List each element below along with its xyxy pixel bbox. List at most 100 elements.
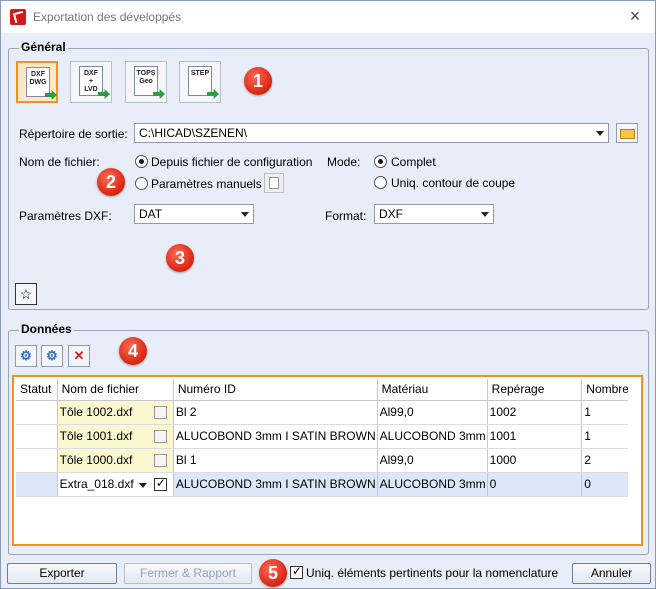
bom-relevant-label[interactable]: Uniq. éléments pertinents pour la nomenc… [306, 566, 558, 580]
filename-text[interactable]: Tôle 1002.dxf [60, 405, 133, 419]
callout-4: 4 [119, 337, 147, 365]
filename-from-config-radio[interactable] [135, 155, 148, 168]
delete-button[interactable]: ✕ [68, 345, 90, 367]
filename-from-config-label[interactable]: Depuis fichier de configuration [151, 155, 312, 169]
row-checkbox[interactable] [153, 453, 167, 467]
column-header-quantity[interactable]: Nombre [581, 379, 631, 401]
filename-cell[interactable]: Tôle 1002.dxf [57, 400, 174, 425]
window-title: Exportation des développés [33, 10, 182, 24]
mode-complete-radio[interactable] [374, 155, 387, 168]
mark-cell: 1000 [487, 448, 583, 473]
format-dxf-lvd-button[interactable]: DXF + LVD [70, 61, 112, 103]
row-checkbox[interactable] [153, 476, 167, 491]
manual-params-edit-button[interactable] [264, 173, 284, 193]
output-dir-value: C:\HICAD\SZENEN\ [139, 126, 248, 140]
status-cell [16, 472, 58, 497]
quantity-cell: 2 [581, 448, 631, 473]
filename-text[interactable]: Extra_018.dxf [60, 477, 134, 491]
filename-cell[interactable]: Tôle 1001.dxf [57, 424, 174, 449]
mode-contour-label[interactable]: Uniq. contour de coupe [391, 176, 515, 190]
dxf-params-label: Paramètres DXF: [19, 209, 112, 223]
material-cell: ALUCOBOND 3mm [377, 472, 488, 497]
mode-complete-label[interactable]: Complet [391, 155, 436, 169]
column-header-id[interactable]: Numéro ID [173, 379, 378, 401]
row-checkbox[interactable] [153, 405, 167, 419]
status-cell [16, 400, 58, 425]
dxf-params-select[interactable]: DAT [134, 204, 254, 224]
output-dir-label: Répertoire de sortie: [19, 127, 128, 141]
column-header-mark[interactable]: Repérage [487, 379, 583, 401]
document-edit-icon [269, 177, 279, 189]
group-divider [74, 48, 642, 49]
chevron-down-icon[interactable] [138, 482, 147, 488]
cancel-button[interactable]: Annuler [572, 563, 651, 584]
callout-1: 1 [244, 67, 272, 95]
table-row[interactable]: Tôle 1001.dxf ALUCOBOND 3mm I SATIN BROW… [16, 424, 631, 449]
column-header-filename[interactable]: Nom de fichier [57, 379, 174, 401]
format-step-button[interactable]: STEP [179, 61, 221, 103]
format-value: DXF [379, 207, 403, 221]
mode-contour-radio[interactable] [374, 176, 387, 189]
filename-cell[interactable]: Extra_018.dxf [57, 472, 174, 497]
table-row[interactable]: Tôle 1000.dxf Bl 1 Al99,0 1000 2 [16, 448, 631, 473]
bom-relevant-checkbox[interactable] [290, 564, 303, 579]
table-scrollbar[interactable] [628, 377, 641, 544]
dxf-params-value: DAT [139, 207, 163, 221]
folder-icon [620, 129, 635, 139]
output-dir-combo[interactable]: C:\HICAD\SZENEN\ [134, 123, 609, 143]
table-row[interactable]: Tôle 1002.dxf Bl 2 Al99,0 1002 1 [16, 400, 631, 425]
parts-table: Statut Nom de fichier Numéro ID Matériau… [12, 375, 643, 546]
dxf-lvd-file-icon: DXF + LVD [79, 66, 110, 99]
filename-cell[interactable]: Tôle 1000.dxf [57, 448, 174, 473]
hicad-app-icon [10, 9, 26, 25]
group-divider [74, 330, 642, 331]
filename-manual-label[interactable]: Paramètres manuels [151, 177, 262, 191]
mark-cell: 1001 [487, 424, 583, 449]
delete-x-icon: ✕ [73, 348, 85, 363]
row-checkbox[interactable] [153, 429, 167, 443]
column-header-material[interactable]: Matériau [377, 379, 488, 401]
mark-cell: 1002 [487, 400, 583, 425]
close-icon[interactable]: × [625, 6, 645, 26]
refresh-gear-button[interactable]: ⚙ [15, 345, 37, 367]
callout-2: 2 [97, 168, 125, 196]
export-button[interactable]: Exporter [7, 563, 117, 584]
parts-grid: Statut Nom de fichier Numéro ID Matériau… [16, 379, 631, 497]
format-dxf-dwg-button[interactable]: DXF DWG [16, 61, 58, 103]
general-group-title: Général [19, 40, 68, 54]
star-icon: ☆ [19, 286, 33, 302]
filename-manual-radio[interactable] [135, 177, 148, 190]
chevron-down-icon [596, 131, 604, 136]
format-label: Format: [325, 209, 367, 223]
settings-gear-button[interactable]: ⚙ [41, 345, 63, 367]
table-row-selected[interactable]: Extra_018.dxf ALUCOBOND 3mm I SATIN BROW… [16, 472, 631, 497]
material-cell: Al99,0 [377, 400, 488, 425]
format-select[interactable]: DXF [374, 204, 494, 224]
browse-folder-button[interactable] [616, 123, 638, 143]
id-cell: Bl 1 [173, 448, 378, 473]
status-cell [16, 448, 58, 473]
table-header-row: Statut Nom de fichier Numéro ID Matériau… [16, 379, 631, 401]
id-cell: Bl 2 [173, 400, 378, 425]
column-header-status[interactable]: Statut [16, 379, 58, 401]
quantity-cell: 1 [581, 400, 631, 425]
mark-cell: 0 [487, 472, 583, 497]
gear-icon: ⚙ [46, 348, 58, 363]
quantity-cell: 1 [581, 424, 631, 449]
tops-geo-file-icon: TOPS Geo [134, 66, 165, 99]
close-report-button[interactable]: Fermer & Rapport [124, 563, 252, 584]
step-file-icon: STEP [188, 66, 219, 99]
filename-text[interactable]: Tôle 1001.dxf [60, 429, 133, 443]
callout-3: 3 [166, 244, 194, 272]
favorites-star-button[interactable]: ☆ [15, 283, 37, 305]
format-tops-geo-button[interactable]: TOPS Geo [125, 61, 167, 103]
material-cell: Al99,0 [377, 448, 488, 473]
title-bar: Exportation des développés × [1, 1, 655, 33]
filename-text[interactable]: Tôle 1000.dxf [60, 453, 133, 467]
filename-label: Nom de fichier: [19, 155, 100, 169]
status-cell [16, 424, 58, 449]
id-cell: ALUCOBOND 3mm I SATIN BROWN [173, 472, 378, 497]
chevron-down-icon [481, 212, 489, 217]
id-cell: ALUCOBOND 3mm I SATIN BROWN [173, 424, 378, 449]
dxf-dwg-file-icon: DXF DWG [26, 67, 57, 100]
